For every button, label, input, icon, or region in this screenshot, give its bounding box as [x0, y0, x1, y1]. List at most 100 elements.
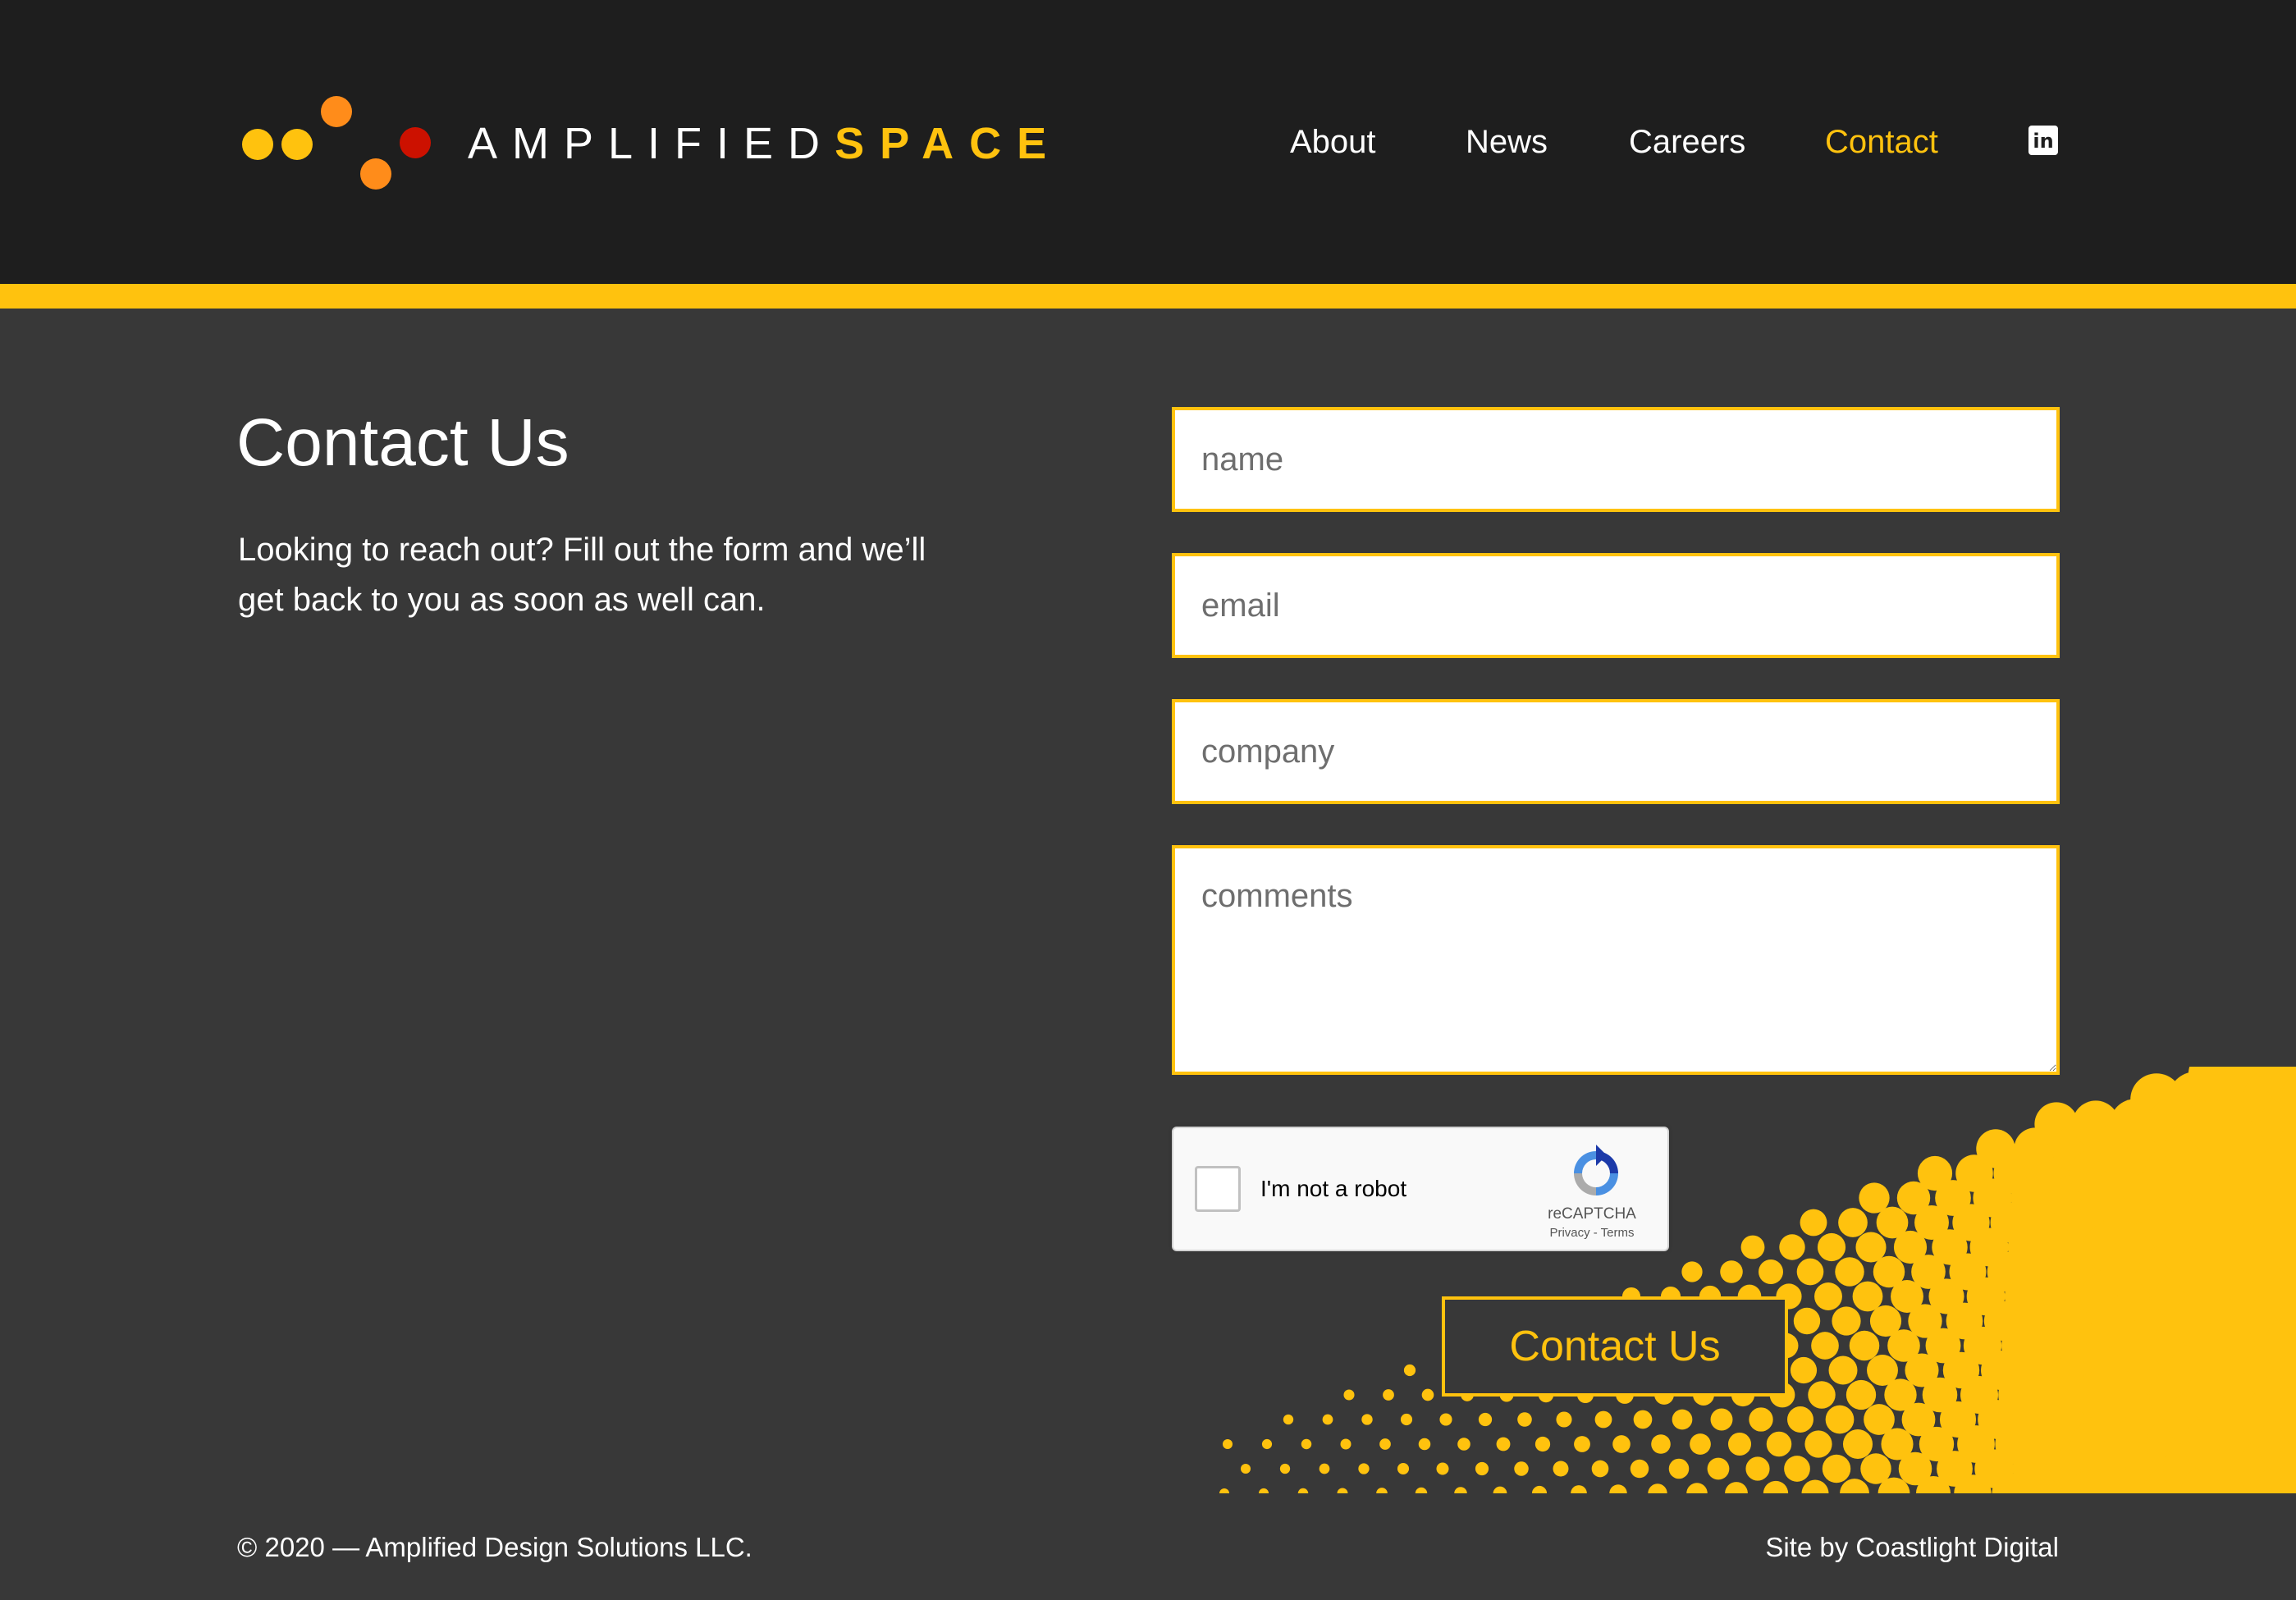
halftone-dot	[1517, 1412, 1532, 1427]
halftone-dot	[1379, 1438, 1391, 1450]
footer-credit-link[interactable]: Site by Coastlight Digital	[1765, 1528, 2059, 1567]
halftone-dot	[1594, 1410, 1612, 1429]
email-input[interactable]	[1172, 553, 2060, 658]
halftone-dot	[1800, 1209, 1827, 1237]
company-input[interactable]	[1172, 699, 2060, 804]
halftone-dot	[1493, 1486, 1507, 1493]
halftone-dot	[1766, 1431, 1792, 1457]
halftone-dot	[1840, 1479, 1869, 1493]
halftone-dot	[1804, 1430, 1832, 1458]
recaptcha-privacy-terms-link[interactable]: Privacy - Terms	[1518, 1225, 1666, 1241]
halftone-dot	[1838, 1208, 1868, 1237]
logo-dots-icon	[242, 96, 431, 190]
halftone-dot	[1828, 1355, 1858, 1385]
halftone-dot	[1707, 1457, 1730, 1480]
recaptcha-widget: I'm not a robot reCAPTCHA Privacy - Term…	[1172, 1127, 1669, 1251]
halftone-dot	[1832, 1306, 1861, 1336]
nav-careers-link[interactable]: Careers	[1629, 119, 1745, 165]
halftone-dot	[1790, 1356, 1818, 1384]
halftone-dot	[1779, 1234, 1805, 1260]
halftone-dot	[1609, 1484, 1627, 1493]
nav-contact-link[interactable]: Contact	[1825, 119, 1938, 165]
intro-text: Looking to reach out? Fill out the form …	[238, 532, 926, 618]
halftone-dot	[1571, 1485, 1587, 1493]
comments-textarea[interactable]	[1172, 845, 2060, 1075]
halftone-dot	[1759, 1259, 1783, 1284]
halftone-dot	[1556, 1411, 1572, 1428]
site-header: AMPLIFIEDSPACE About News Careers Contac…	[0, 0, 2296, 284]
halftone-dot	[1454, 1487, 1467, 1493]
halftone-dot	[1319, 1463, 1330, 1474]
halftone-dot	[1690, 1433, 1711, 1455]
nav-news-link[interactable]: News	[1466, 119, 1548, 165]
halftone-dot	[1400, 1413, 1413, 1426]
halftone-dot	[1852, 1281, 1883, 1312]
halftone-dot	[1418, 1438, 1431, 1451]
halftone-dot	[1855, 1232, 1887, 1263]
halftone-dot	[1842, 1429, 1873, 1460]
halftone-dot	[1672, 1409, 1693, 1430]
recaptcha-label: I'm not a robot	[1260, 1176, 1407, 1201]
halftone-dot	[1297, 1488, 1309, 1493]
halftone-dot	[1727, 1432, 1752, 1456]
footer-copyright: © 2020 — Amplified Design Solutions LLC.	[237, 1532, 752, 1562]
halftone-dot	[1825, 1405, 1855, 1434]
halftone-dot	[1436, 1462, 1449, 1475]
recaptcha-checkbox[interactable]	[1195, 1166, 1241, 1212]
halftone-dot	[1668, 1458, 1690, 1479]
halftone-dot	[1358, 1463, 1370, 1474]
halftone-dot	[1814, 1282, 1842, 1310]
halftone-dot	[1591, 1460, 1609, 1478]
halftone-dot	[1745, 1456, 1770, 1481]
halftone-dot	[1633, 1410, 1653, 1429]
halftone-dot	[1240, 1463, 1251, 1474]
page-title: Contact Us	[236, 405, 569, 480]
halftone-dot	[1720, 1260, 1743, 1283]
halftone-dot	[1681, 1261, 1703, 1282]
logo-word-space: SPACE	[835, 119, 1063, 168]
halftone-dot	[1403, 1364, 1416, 1377]
halftone-dot	[1258, 1488, 1269, 1493]
halftone-dot	[1817, 1232, 1846, 1262]
halftone-dot	[1531, 1485, 1548, 1493]
halftone-dot	[1725, 1482, 1748, 1493]
halftone-dot	[1763, 1480, 1789, 1493]
halftone-dot	[1801, 1479, 1829, 1493]
halftone-dot	[1740, 1235, 1765, 1259]
logo-word-amplified: AMPLIFIED	[468, 119, 835, 168]
halftone-dot	[1376, 1488, 1388, 1493]
halftone-dot	[1651, 1434, 1671, 1454]
site-logo[interactable]: AMPLIFIEDSPACE	[238, 90, 1059, 197]
halftone-dot	[1514, 1461, 1529, 1476]
halftone-dot	[1811, 1332, 1839, 1360]
contact-submit-button[interactable]: Contact Us	[1442, 1296, 1788, 1397]
halftone-dot	[1630, 1459, 1649, 1479]
halftone-dot	[1612, 1435, 1631, 1453]
halftone-dot	[1397, 1462, 1410, 1475]
halftone-dot	[1784, 1456, 1810, 1482]
halftone-dot	[1343, 1389, 1355, 1401]
halftone-dot	[1849, 1330, 1880, 1361]
halftone-dot	[1421, 1388, 1434, 1401]
halftone-dot	[1808, 1381, 1836, 1409]
halftone-dot	[1822, 1454, 1851, 1483]
recaptcha-brand: reCAPTCHA	[1548, 1205, 1636, 1223]
nav-about-link[interactable]: About	[1290, 119, 1376, 165]
recaptcha-logo-icon	[1574, 1145, 1618, 1195]
halftone-dot	[1279, 1463, 1291, 1474]
halftone-dot	[1222, 1438, 1233, 1450]
halftone-dot	[1415, 1487, 1428, 1493]
halftone-dot	[1553, 1461, 1569, 1477]
halftone-dot	[1534, 1436, 1551, 1452]
halftone-dot	[1796, 1258, 1824, 1286]
halftone-dot	[1219, 1488, 1230, 1493]
name-input[interactable]	[1172, 407, 2060, 512]
halftone-dot	[1686, 1483, 1708, 1493]
halftone-dot	[1648, 1483, 1667, 1493]
linkedin-icon[interactable]: in	[2028, 126, 2058, 155]
halftone-dot	[1574, 1436, 1590, 1452]
halftone-dot	[1835, 1257, 1864, 1287]
halftone-dot	[1457, 1438, 1470, 1451]
halftone-dot	[1383, 1389, 1394, 1401]
halftone-dot	[1439, 1413, 1452, 1426]
